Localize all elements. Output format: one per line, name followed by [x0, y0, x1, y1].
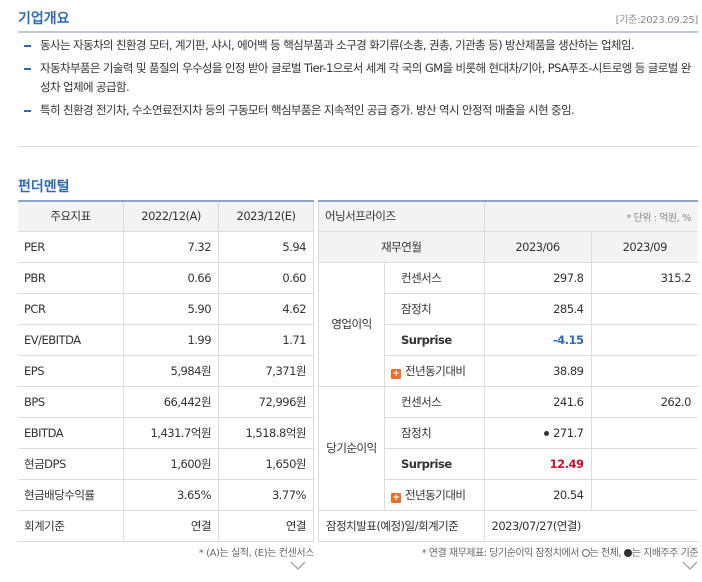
announce-row: 잠정치발표(예정)일/회계기준 2023/07/27(연결) — [318, 509, 698, 542]
table-row: BPS 66,442원 72,996원 — [18, 385, 314, 418]
bullet-dash-icon — [24, 45, 31, 47]
header-divider — [18, 31, 698, 33]
fundamental-header: 펀더멘털 — [18, 176, 70, 196]
table-row: EBITDA 1,431.7억원 1,518.8억원 — [18, 416, 314, 449]
overview-bullet: 특히 친환경 전기차, 수소연료전지차 등의 구동모터 핵심부품은 지속적인 공… — [18, 101, 698, 120]
table-row: 당기순이익 컨센서스 241.6 262.0 — [318, 385, 698, 511]
table-row: 회계기준 연결 연결 — [18, 509, 314, 542]
controlling-shareholder-dot-icon — [544, 430, 550, 436]
table-row: PBR 0.66 0.60 — [18, 261, 314, 294]
bullet-dash-icon — [24, 68, 31, 70]
table-row: PER 7.32 5.94 — [18, 230, 314, 263]
circle-outline-icon — [581, 549, 590, 557]
announce-value: 2023/07/27(연결) — [483, 509, 698, 542]
unit-label: * 단위 : 억원, % — [483, 200, 698, 232]
col-header-actual: 2022/12(A) — [123, 200, 220, 232]
yoy-label[interactable]: 전년동기대비 — [405, 364, 466, 378]
expand-plus-icon[interactable]: + — [391, 492, 401, 503]
announce-label: 잠정치발표(예정)일/회계기준 — [318, 509, 485, 542]
table-row: EV/EBITDA 1.99 1.71 — [18, 323, 314, 356]
table-row: 현금배당수익률 3.65% 3.77% — [18, 478, 314, 511]
table-row: EPS 5,984원 7,371원 — [18, 354, 314, 387]
company-overview-header: 기업개요 [기준:2023.09.25] — [18, 6, 698, 30]
base-date: [기준:2023.09.25] — [615, 15, 699, 26]
fundamental-footnote: * (A)는 실적, (E)는 컨센서스 — [198, 548, 315, 559]
table-header-row: 재무연월 2023/06 2023/09 — [318, 230, 698, 263]
surprise-value-positive: 12.49 — [483, 447, 592, 480]
overview-bullet: 자동차부품은 기술력 및 품질의 우수성을 인정 받아 글로벌 Tier-1으로… — [18, 59, 698, 97]
table-row: 현금DPS 1,600원 1,650원 — [18, 447, 314, 480]
col-header-period: 재무연월 — [318, 230, 485, 263]
table-row: 영업이익 컨센서스 297.8 315.2 — [318, 261, 698, 387]
chevron-down-icon[interactable] — [682, 560, 698, 572]
surprise-value-negative: -4.15 — [483, 323, 592, 356]
earnings-surprise-table: 어닝서프라이즈 * 단위 : 억원, % 재무연월 2023/06 2023/0… — [318, 200, 698, 542]
yoy-label[interactable]: 전년동기대비 — [405, 488, 466, 502]
table-header-row: 주요지표 2022/12(A) 2023/12(E) — [18, 200, 314, 232]
col-header-metric: 주요지표 — [18, 200, 125, 232]
overview-bullet: 동사는 자동차의 친환경 모터, 계기판, 샤시, 에어백 등 핵심부품과 소구… — [18, 36, 698, 55]
col-header-estimate: 2023/12(E) — [218, 200, 314, 232]
section-divider — [18, 146, 698, 147]
overview-bullets: 동사는 자동차의 친환경 모터, 계기판, 샤시, 에어백 등 핵심부품과 소구… — [18, 36, 698, 124]
group-operating-profit: 영업이익 — [318, 261, 385, 387]
surprise-title: 어닝서프라이즈 — [318, 200, 485, 232]
filled-dot-icon — [623, 549, 632, 557]
group-net-income: 당기순이익 — [318, 385, 385, 511]
chevron-down-icon[interactable] — [290, 560, 306, 572]
company-overview-title: 기업개요 — [18, 11, 70, 27]
surprise-caption-row: 어닝서프라이즈 * 단위 : 억원, % — [318, 200, 698, 232]
fundamental-title: 펀더멘털 — [18, 179, 70, 195]
col-header-2023-09: 2023/09 — [590, 230, 698, 263]
bullet-dash-icon — [24, 110, 31, 112]
expand-plus-icon[interactable]: + — [391, 368, 401, 379]
table-row: PCR 5.90 4.62 — [18, 292, 314, 325]
surprise-footnote: * 연결 재무제표: 당기순이익 잠정치에서 는 전체, 는 지배주주 기준 — [421, 548, 699, 559]
fundamental-table: 주요지표 2022/12(A) 2023/12(E) PER 7.32 5.94 P… — [18, 200, 314, 542]
col-header-2023-06: 2023/06 — [483, 230, 592, 263]
